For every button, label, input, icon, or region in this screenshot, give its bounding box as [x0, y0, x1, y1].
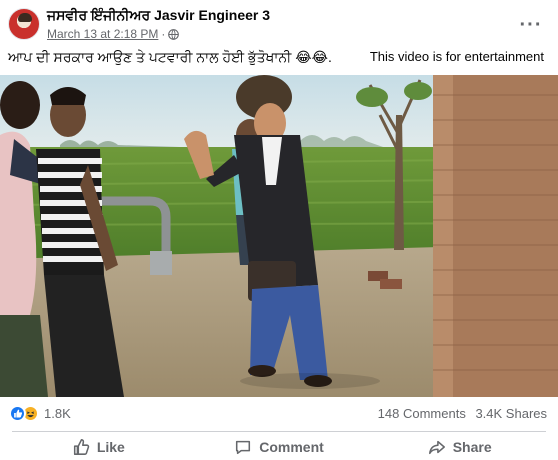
- share-label: Share: [452, 438, 492, 455]
- comment-share-counts: 148 Comments 3.4K Shares: [378, 406, 547, 421]
- action-bar: Like Comment Share: [8, 433, 550, 460]
- post-header: ਜਸਵੀਰ ਇੰਜੀਨੀਅਰ Jasvir Engineer 3 March 1…: [0, 0, 558, 48]
- video-player[interactable]: [0, 75, 558, 397]
- divider: [12, 431, 546, 432]
- post-caption: ਆਪ ਦੀ ਸਰਕਾਰ ਆਉਣ ਤੇ ਪਟਵਾਰੀ ਨਾਲ ਹੋਈ ਭੁੱਤੋਖ…: [8, 49, 332, 65]
- entertainment-disclaimer: This video is for entertainment: [369, 49, 544, 64]
- share-button[interactable]: Share: [369, 433, 550, 460]
- reaction-summary[interactable]: 1.8K: [9, 405, 71, 422]
- meta-separator: ·: [161, 27, 166, 41]
- reaction-count: 1.8K: [44, 406, 71, 421]
- author-name[interactable]: ਜਸਵੀਰ ਇੰਜੀਨੀਅਰ Jasvir Engineer 3: [47, 7, 270, 24]
- thumbs-up-icon: [73, 438, 90, 455]
- post-meta: March 13 at 2:18 PM ·: [47, 27, 180, 41]
- share-icon: [428, 440, 445, 454]
- comment-label: Comment: [259, 438, 324, 455]
- comment-icon: [236, 440, 251, 454]
- like-icon: [9, 405, 26, 422]
- engagement-stats: 1.8K 148 Comments 3.4K Shares: [0, 400, 558, 426]
- video-frame: [0, 75, 558, 397]
- comments-count[interactable]: 148 Comments: [378, 406, 466, 421]
- like-button[interactable]: Like: [8, 433, 189, 460]
- globe-icon: [168, 29, 180, 40]
- more-options-icon[interactable]: ···: [518, 12, 544, 38]
- like-label: Like: [96, 438, 125, 455]
- shares-count[interactable]: 3.4K Shares: [475, 406, 547, 421]
- avatar[interactable]: [8, 8, 40, 40]
- comment-button[interactable]: Comment: [189, 433, 370, 460]
- caption-row: ਆਪ ਦੀ ਸਰਕਾਰ ਆਉਣ ਤੇ ਪਟਵਾਰੀ ਨਾਲ ਹੋਈ ਭੁੱਤੋਖ…: [0, 48, 558, 70]
- post-timestamp[interactable]: March 13 at 2:18 PM: [47, 27, 158, 41]
